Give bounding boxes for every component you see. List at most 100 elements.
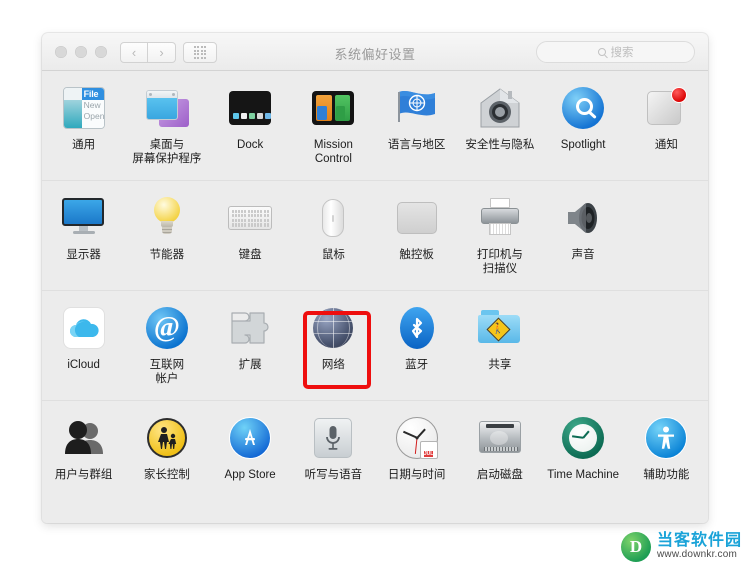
pane-extensions[interactable]: 扩展 (209, 302, 292, 391)
pane-general[interactable]: File New Open 通用 (42, 82, 125, 171)
general-open-label: Open (83, 110, 105, 121)
pane-label: 打印机与 扫描仪 (477, 248, 523, 277)
general-icon: File New Open (60, 84, 108, 132)
app-store-icon (226, 414, 274, 462)
spotlight-icon (559, 84, 607, 132)
desktop-screensaver-icon (143, 84, 191, 132)
pane-label-line1: 打印机与 (476, 249, 523, 261)
pane-label: 显示器 (66, 249, 101, 261)
parental-controls-icon (143, 414, 191, 462)
pane-label: 用户与群组 (54, 469, 113, 481)
pane-label: Time Machine (547, 469, 620, 481)
calendar-month: JUL (423, 451, 434, 457)
startup-disk-icon (476, 414, 524, 462)
pane-label: 通知 (654, 139, 678, 151)
sharing-icon: 🚶 (476, 304, 524, 352)
pane-label: 扩展 (238, 359, 262, 371)
energy-saver-icon (143, 194, 191, 242)
internet-accounts-icon: @ (143, 304, 191, 352)
pane-keyboard[interactable]: 键盘 (209, 192, 292, 281)
security-privacy-icon (476, 84, 524, 132)
pane-notifications[interactable]: 通知 (625, 82, 708, 171)
pane-row-1: File New Open 通用 桌面与 屏幕保护程序 Dock Mission… (42, 71, 708, 181)
pane-sharing[interactable]: 🚶 共享 (458, 302, 541, 391)
pane-app-store[interactable]: App Store (209, 412, 292, 502)
pane-label-line1: 桌面与 (149, 139, 185, 151)
pane-label: 鼠标 (321, 249, 345, 261)
pane-startup-disk[interactable]: 启动磁盘 (458, 412, 541, 502)
language-region-icon (393, 84, 441, 132)
pane-label: 语言与地区 (387, 139, 446, 151)
pane-network[interactable]: 网络 (292, 302, 375, 391)
window-titlebar: ‹ › 系统偏好设置 搜索 (42, 33, 708, 71)
pane-dock[interactable]: Dock (209, 82, 292, 171)
watermark-text: 当客软件园 www.downkr.com (657, 533, 742, 560)
pane-trackpad[interactable]: 触控板 (375, 192, 458, 281)
pane-label: 蓝牙 (405, 359, 429, 371)
pane-security-privacy[interactable]: 安全性与隐私 (458, 82, 541, 171)
pane-label: 安全性与隐私 (465, 139, 535, 151)
pane-icloud[interactable]: iCloud (42, 302, 125, 391)
pane-displays[interactable]: 显示器 (42, 192, 125, 281)
network-icon (309, 304, 357, 352)
pane-parental-controls[interactable]: 家长控制 (125, 412, 208, 502)
calendar-badge: JUL 18 (419, 441, 438, 459)
pane-mouse[interactable]: 鼠标 (292, 192, 375, 281)
pane-label: 家长控制 (143, 469, 190, 481)
search-icon (597, 48, 606, 56)
mouse-icon (309, 194, 357, 242)
trackpad-icon (393, 194, 441, 242)
dictation-speech-icon (309, 414, 357, 462)
pane-users-groups[interactable]: 用户与群组 (42, 412, 125, 502)
pane-label-line1: 互联网 (149, 359, 185, 371)
pane-desktop-screensaver[interactable]: 桌面与 屏幕保护程序 (125, 82, 208, 171)
pane-label: Mission Control (314, 138, 353, 167)
pane-mission-control[interactable]: Mission Control (292, 82, 375, 171)
users-groups-icon (60, 414, 108, 462)
pane-label: 触控板 (399, 249, 434, 261)
mission-control-icon (309, 84, 357, 132)
date-time-icon: JUL 18 (393, 414, 441, 462)
pane-label: Dock (237, 139, 264, 151)
screenshot-root: ‹ › 系统偏好设置 搜索 File New Open 通用 桌面与 屏幕保护程… (0, 0, 752, 570)
pane-internet-accounts[interactable]: @ 互联网 帐户 (125, 302, 208, 391)
pane-dictation-speech[interactable]: 听写与语音 (292, 412, 375, 502)
keyboard-icon (226, 194, 274, 242)
watermark-logo-icon: D (620, 532, 651, 562)
pane-label: 听写与语音 (304, 469, 363, 481)
pane-label: 互联网 帐户 (150, 358, 185, 387)
pane-date-time[interactable]: JUL 18 日期与时间 (375, 412, 458, 502)
pane-row-2: 显示器 节能器 键盘 鼠标 触控板 打印机与 扫描仪 声音 (42, 181, 708, 291)
icloud-icon (60, 304, 108, 352)
system-preferences-window: ‹ › 系统偏好设置 搜索 File New Open 通用 桌面与 屏幕保护程… (42, 33, 708, 523)
printers-scanners-icon (476, 194, 524, 242)
extensions-icon (226, 304, 274, 352)
dock-icon (226, 84, 274, 132)
pane-label-line2: Control (314, 153, 352, 166)
pane-energy-saver[interactable]: 节能器 (125, 192, 208, 281)
search-field[interactable]: 搜索 (536, 41, 695, 63)
pane-row-4: 用户与群组 家长控制 App Store 听写与语音 JUL 日期与时间 启动磁… (42, 401, 708, 511)
pane-label-line2: 屏幕保护程序 (132, 153, 202, 166)
pane-label: 键盘 (238, 249, 262, 261)
pane-label-line2: 帐户 (155, 373, 179, 386)
search-placeholder: 搜索 (610, 47, 634, 59)
pane-label-line1: Mission (313, 139, 353, 151)
pane-row-3: iCloud @ 互联网 帐户 扩展 网络 蓝牙 🚶 共享 (42, 291, 708, 401)
pane-printers-scanners[interactable]: 打印机与 扫描仪 (458, 192, 541, 281)
pane-label: 声音 (571, 249, 595, 261)
pane-label: iCloud (67, 359, 100, 371)
pane-language-region[interactable]: 语言与地区 (375, 82, 458, 171)
bluetooth-icon (393, 304, 441, 352)
general-file-menu-label: File (81, 88, 104, 100)
preference-panes-grid: File New Open 通用 桌面与 屏幕保护程序 Dock Mission… (42, 71, 708, 523)
pane-time-machine[interactable]: Time Machine (542, 412, 625, 502)
pane-sound[interactable]: 声音 (542, 192, 625, 281)
pane-accessibility[interactable]: 辅助功能 (625, 412, 708, 502)
pane-label: 通用 (72, 139, 96, 151)
pane-bluetooth[interactable]: 蓝牙 (375, 302, 458, 391)
watermark-url: www.downkr.com (656, 549, 738, 561)
watermark: D 当客软件园 www.downkr.com (620, 532, 742, 562)
pane-label: 共享 (488, 359, 512, 371)
pane-spotlight[interactable]: Spotlight (542, 82, 625, 171)
